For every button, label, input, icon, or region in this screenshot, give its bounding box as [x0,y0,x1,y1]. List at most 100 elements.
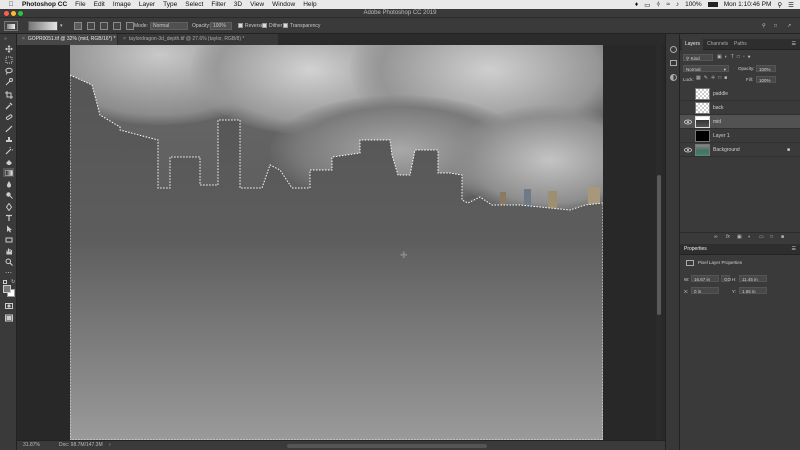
gradient-dropdown-icon[interactable]: ▾ [60,22,63,30]
tab-paths[interactable]: Paths [731,39,750,50]
menu-filter[interactable]: Filter [211,1,225,8]
menu-select[interactable]: Select [185,1,203,8]
angle-gradient-button[interactable] [100,22,108,30]
doc-size[interactable]: Doc: 98.7M/147.3M [59,441,103,450]
clone-stamp-tool-icon[interactable] [3,135,14,144]
blend-mode-select[interactable]: Normal ▾ [683,65,729,72]
foreground-color-swatch[interactable] [3,285,11,293]
panel-menu-icon[interactable]: ☰ [792,41,796,47]
radial-gradient-button[interactable] [87,22,95,30]
height-field[interactable]: 11.45 in [739,275,767,282]
libraries-panel-icon[interactable] [670,60,677,66]
linear-gradient-button[interactable] [74,22,82,30]
reverse-checkbox[interactable]: Reverse [238,22,264,30]
history-panel-icon[interactable] [670,46,677,53]
new-layer-icon[interactable]: □ [770,234,773,240]
toolbar-collapse-icon[interactable]: » [4,36,7,42]
battery-percent[interactable]: 100% [685,1,702,8]
lock-pixels-icon[interactable]: ✎ [704,75,711,81]
mode-select[interactable]: Normal [150,22,188,30]
x-field[interactable]: 0 in [691,287,719,294]
adjustment-layer-icon[interactable]: ◐ [748,234,751,240]
pixel-filter-icon[interactable]: ▣ [717,54,725,60]
dodge-tool-icon[interactable] [3,190,14,199]
path-selection-tool-icon[interactable] [3,224,14,233]
layer-filter[interactable]: ⚲ Kind [683,54,713,61]
layer-row-mid[interactable]: mid [680,115,800,129]
gradient-tool-icon[interactable] [3,168,14,177]
tab-channels[interactable]: Channels [704,39,731,50]
marquee-tool-icon[interactable] [3,55,14,64]
lock-all-icon[interactable]: ■ [724,75,730,81]
menu-app-name[interactable]: Photoshop CC [22,1,67,8]
tab-taylordragon[interactable]: × taylordragon-3d_depth.tif @ 27.6% (tayl… [118,34,278,45]
opacity-field[interactable]: 100% [210,22,232,30]
adjustments-panel-icon[interactable] [670,74,677,81]
quick-selection-tool-icon[interactable] [3,77,14,86]
add-mask-icon[interactable]: ▣ [737,234,742,240]
type-tool-icon[interactable] [3,213,14,222]
status-menu-icon[interactable]: › [109,441,111,450]
maximize-window-button[interactable] [18,10,23,16]
fx-icon[interactable]: fx [726,234,730,240]
share-icon[interactable]: ↗ [787,22,791,30]
layer-name[interactable]: Layer 1 [713,129,730,143]
link-dimensions-button[interactable]: GO [721,275,731,282]
eye-icon[interactable] [684,146,692,154]
dither-checkbox[interactable]: Dither [262,22,282,30]
close-tab-icon[interactable]: × [22,34,25,45]
y-field[interactable]: 1.65 in [739,287,767,294]
dropbox-icon[interactable]: ♦ [635,1,638,8]
filter-toggle-icon[interactable]: ● [748,54,754,60]
healing-brush-tool-icon[interactable] [3,112,14,121]
gradient-picker[interactable] [28,21,58,31]
properties-menu-icon[interactable]: ☰ [792,246,796,252]
menu-layer[interactable]: Layer [139,1,155,8]
minimize-window-button[interactable] [11,10,16,16]
menu-view[interactable]: View [250,1,264,8]
layer-name[interactable]: paddle [713,87,728,101]
volume-icon[interactable]: ♪ [676,1,679,8]
swap-colors-icon[interactable]: ↻ [11,279,15,285]
hand-tool-icon[interactable] [3,246,14,255]
layer-name[interactable]: Background [713,143,740,157]
edit-toolbar-icon[interactable]: ⋯ [3,268,14,277]
menu-file[interactable]: File [75,1,85,8]
width-field[interactable]: 16.67 in [691,275,719,282]
menu-3d[interactable]: 3D [234,1,242,8]
link-layers-icon[interactable]: ∞ [714,234,718,240]
menu-edit[interactable]: Edit [94,1,105,8]
move-tool-icon[interactable] [3,44,14,53]
lasso-tool-icon[interactable] [3,66,14,75]
layer-opacity-field[interactable]: 100% [756,65,776,72]
canvas-area[interactable]: ✚ [17,45,665,440]
airplay-icon[interactable]: ▭ [644,1,650,9]
rectangle-tool-icon[interactable] [3,235,14,244]
menu-help[interactable]: Help [303,1,316,8]
close-window-button[interactable] [4,10,9,16]
workspace-icon[interactable]: □ [774,22,777,30]
layer-row-paddle[interactable]: paddle [680,87,800,101]
lock-transparent-icon[interactable]: ▦ [696,75,704,81]
zoom-tool-icon[interactable] [3,257,14,266]
document-canvas[interactable]: ✚ [70,45,603,440]
vertical-scrollbar[interactable] [656,45,662,440]
pen-tool-icon[interactable] [3,202,14,211]
spotlight-icon[interactable]: ⚲ [777,1,782,9]
default-colors-icon[interactable] [3,280,7,284]
menu-window[interactable]: Window [272,1,295,8]
eye-icon[interactable] [684,118,692,126]
delete-layer-icon[interactable]: ■ [781,234,784,240]
wifi-icon[interactable]: ≈ [666,1,670,8]
blur-tool-icon[interactable] [3,179,14,188]
new-group-icon[interactable]: ▭ [759,234,764,240]
menu-type[interactable]: Type [163,1,177,8]
diamond-gradient-button[interactable] [126,22,134,30]
properties-title[interactable]: Properties [684,246,707,252]
close-tab-icon[interactable]: × [123,34,126,45]
clock[interactable]: Mon 1:10:46 PM [724,1,772,8]
transparency-checkbox[interactable]: Transparency [283,22,320,30]
bluetooth-icon[interactable]: ᛄ [656,1,660,8]
eraser-tool-icon[interactable] [3,157,14,166]
horizontal-scrollbar[interactable] [287,444,487,448]
